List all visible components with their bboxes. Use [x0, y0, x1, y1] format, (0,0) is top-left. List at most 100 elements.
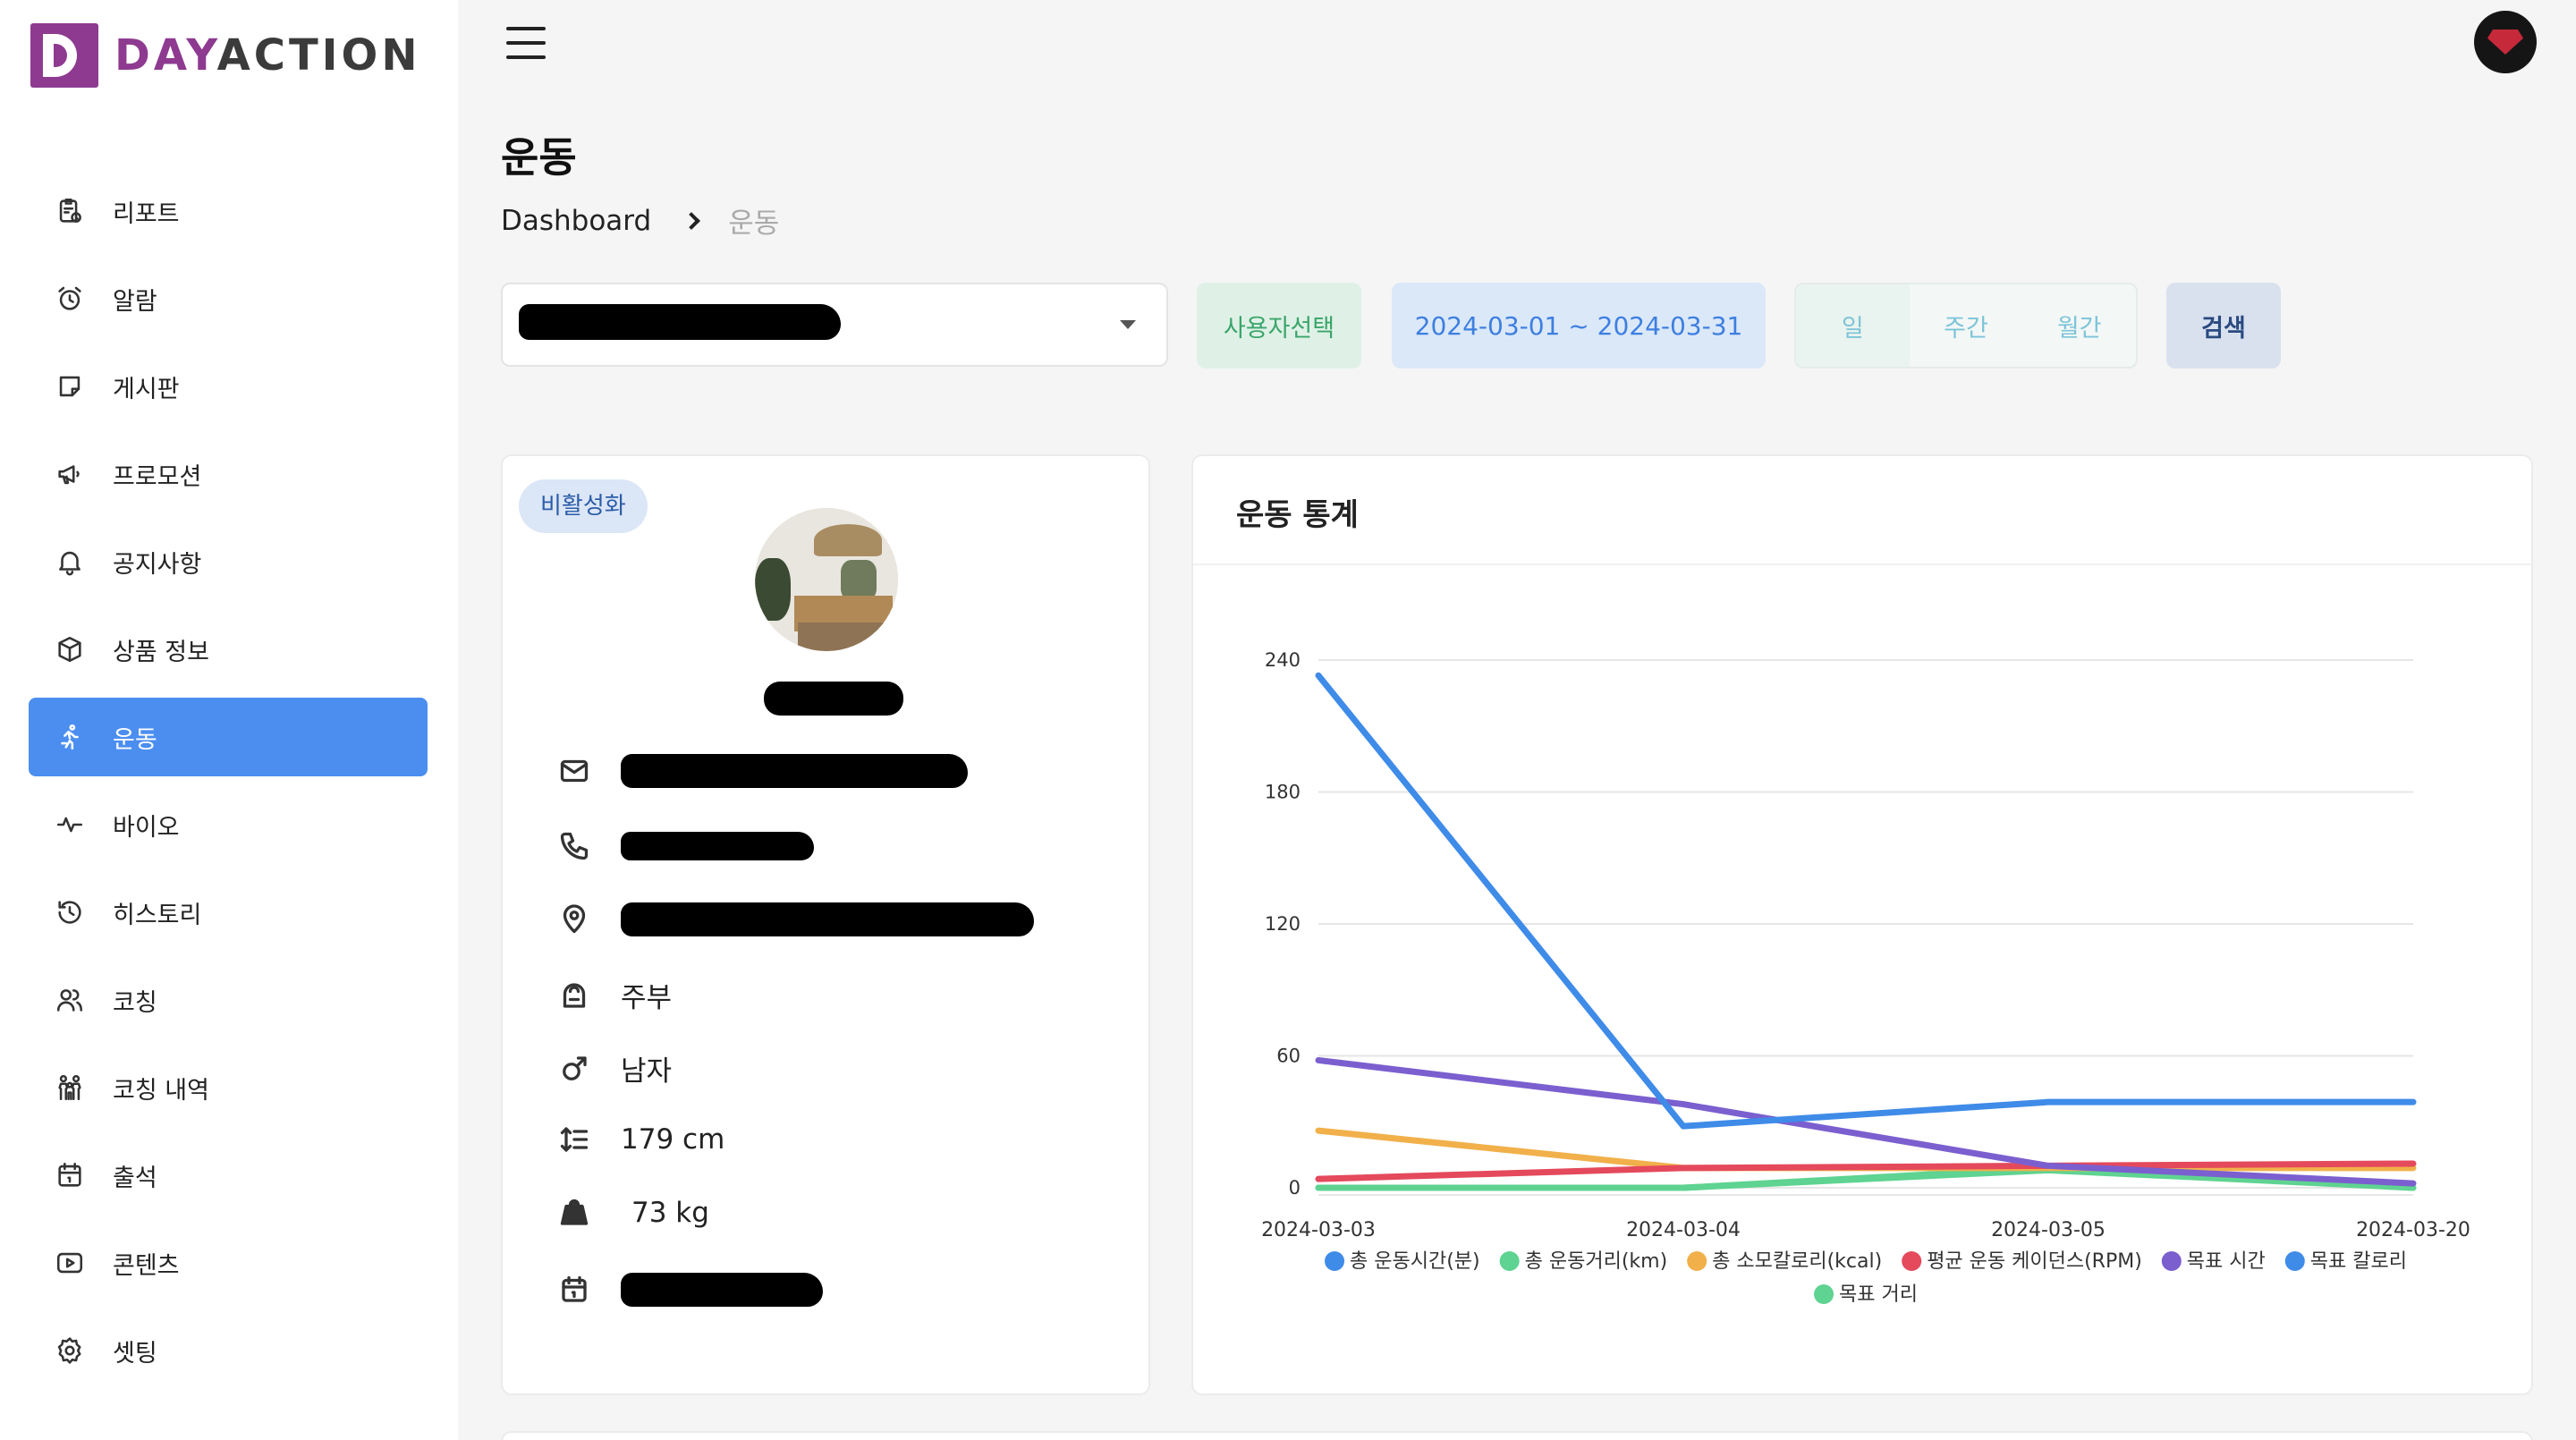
- sidebar-item-label: 바이오: [113, 813, 180, 842]
- phone-icon: [556, 828, 592, 864]
- history-icon: [52, 894, 88, 930]
- redacted-email: [621, 754, 968, 788]
- legend-label[interactable]: 목표 거리: [1839, 1283, 1918, 1306]
- occupation-row: 주부: [556, 975, 672, 1015]
- legend-row: 총 운동시간(분) 총 운동거리(km) 총 소모칼로리(kcal) 평균 운동 케이…: [1325, 1250, 2407, 1273]
- legend-swatch[interactable]: [1325, 1251, 1345, 1271]
- legend-label[interactable]: 평균 운동 케이던스(RPM): [1927, 1250, 2142, 1273]
- legend-row: 목표 거리: [1814, 1283, 1918, 1306]
- user-select-button[interactable]: 사용자선택: [1197, 283, 1361, 368]
- series-line: [1315, 672, 2417, 1130]
- users-icon: [52, 982, 88, 1018]
- search-button[interactable]: 검색: [2166, 283, 2281, 368]
- period-weekly-button[interactable]: 주간: [1909, 284, 2023, 367]
- legend-label[interactable]: 총 소모칼로리(kcal): [1712, 1250, 1882, 1273]
- phone-row: [556, 828, 814, 864]
- sidebar-item-label: 히스토리: [113, 901, 202, 929]
- redacted-phone: [621, 832, 814, 860]
- sidebar-item-product-info[interactable]: 상품 정보: [29, 610, 428, 689]
- sidebar: DAYACTION 리포트 알람 게시판 프로모션 공지사항 상품 정보 운동 …: [0, 0, 458, 1440]
- legend-swatch[interactable]: [1814, 1284, 1835, 1304]
- chevron-right-icon: [682, 211, 701, 230]
- play-icon: [52, 1245, 88, 1281]
- address-row: [556, 902, 1034, 937]
- gender-row: 남자: [556, 1048, 672, 1088]
- next-card: [501, 1431, 2533, 1440]
- sidebar-item-coaching-history[interactable]: 코칭 내역: [29, 1048, 428, 1127]
- x-tick-label: 2024-03-03: [1261, 1219, 1376, 1241]
- period-toggle: 일 주간 월간: [1794, 283, 2138, 368]
- sidebar-item-label: 프로모션: [113, 462, 202, 491]
- weight-icon: [556, 1195, 592, 1231]
- logo[interactable]: DAYACTION: [30, 23, 421, 88]
- gear-icon: [52, 1333, 88, 1368]
- user-avatar-button[interactable]: [2474, 11, 2537, 73]
- logo-mark-icon: [30, 23, 98, 88]
- board-icon: [52, 368, 88, 404]
- height-value: 179 cm: [621, 1123, 725, 1156]
- sidebar-item-coaching[interactable]: 코칭: [29, 961, 428, 1039]
- caret-down-icon: [1120, 320, 1136, 329]
- sidebar-item-bio[interactable]: 바이오: [29, 785, 428, 864]
- location-pin-icon: [556, 902, 592, 937]
- sidebar-item-label: 코칭: [113, 988, 157, 1017]
- sidebar-item-settings[interactable]: 셋팅: [29, 1311, 428, 1390]
- sidebar-item-report[interactable]: 리포트: [29, 172, 428, 250]
- sidebar-item-label: 알람: [113, 287, 157, 316]
- height-row: 179 cm: [556, 1122, 724, 1157]
- sidebar-item-attendance[interactable]: 출석: [29, 1136, 428, 1215]
- y-tick-label: 120: [1265, 913, 1301, 935]
- period-daily-button[interactable]: 일: [1796, 284, 1910, 367]
- legend-swatch[interactable]: [1499, 1251, 1520, 1271]
- y-tick-label: 0: [1289, 1177, 1301, 1199]
- logo-text-action: ACTION: [216, 30, 421, 80]
- briefcase-icon: [556, 978, 592, 1013]
- sidebar-item-label: 출석: [113, 1164, 157, 1192]
- sidebar-item-alarm[interactable]: 알람: [29, 259, 428, 338]
- sidebar-item-promotion[interactable]: 프로모션: [29, 435, 428, 513]
- legend-label[interactable]: 목표 칼로리: [2310, 1250, 2407, 1273]
- sidebar-item-label: 게시판: [113, 375, 180, 403]
- calendar-icon: [52, 1157, 88, 1193]
- alarm-icon: [52, 281, 88, 317]
- legend-swatch[interactable]: [2284, 1251, 2305, 1271]
- legend-swatch[interactable]: [2161, 1251, 2182, 1271]
- sidebar-item-label: 리포트: [113, 199, 180, 228]
- profile-card: 비활성화 주부 남자 179 cm 73 kg: [501, 454, 1150, 1395]
- sidebar-item-label: 운동: [113, 725, 157, 754]
- legend-swatch[interactable]: [1687, 1251, 1707, 1271]
- hamburger-menu-button[interactable]: [506, 27, 546, 59]
- x-tick-label: 2024-03-05: [1991, 1219, 2106, 1241]
- legend-label[interactable]: 총 운동거리(km): [1525, 1250, 1668, 1273]
- group-icon: [52, 1070, 88, 1105]
- box-icon: [52, 631, 88, 667]
- x-tick-label: 2024-03-20: [2356, 1219, 2470, 1241]
- date-range-picker[interactable]: 2024-03-01 ~ 2024-03-31: [1392, 283, 1766, 368]
- sidebar-item-contents[interactable]: 콘텐츠: [29, 1224, 428, 1302]
- period-monthly-button[interactable]: 월간: [2022, 284, 2136, 367]
- sidebar-item-history[interactable]: 히스토리: [29, 873, 428, 952]
- legend-label[interactable]: 목표 시간: [2187, 1250, 2266, 1273]
- run-icon: [52, 719, 88, 755]
- breadcrumb-home-link[interactable]: Dashboard: [501, 205, 651, 237]
- megaphone-icon: [52, 456, 88, 492]
- pulse-icon: [52, 807, 88, 843]
- bell-icon: [52, 544, 88, 580]
- y-tick-label: 60: [1276, 1046, 1301, 1067]
- sidebar-item-exercise[interactable]: 운동: [29, 698, 428, 776]
- user-select-dropdown[interactable]: [501, 283, 1168, 367]
- profile-avatar: [755, 508, 898, 651]
- legend-label[interactable]: 총 운동시간(분): [1350, 1250, 1480, 1273]
- sidebar-item-notice[interactable]: 공지사항: [29, 522, 428, 601]
- occupation-value: 주부: [621, 982, 673, 1014]
- y-tick-label: 240: [1265, 649, 1301, 671]
- sidebar-item-label: 공지사항: [113, 550, 202, 579]
- redacted-address: [621, 902, 1034, 936]
- exercise-stats-card: 운동 통계 0 60 120 180 240 2024-03-03 2024-03-04 20…: [1191, 454, 2533, 1395]
- logo-text-day: DAY: [114, 30, 217, 80]
- sidebar-item-board[interactable]: 게시판: [29, 347, 428, 426]
- redacted-value: [519, 304, 841, 340]
- calendar-icon: [556, 1272, 592, 1308]
- legend-swatch[interactable]: [1902, 1251, 1922, 1271]
- weight-value: 73 kg: [631, 1197, 709, 1229]
